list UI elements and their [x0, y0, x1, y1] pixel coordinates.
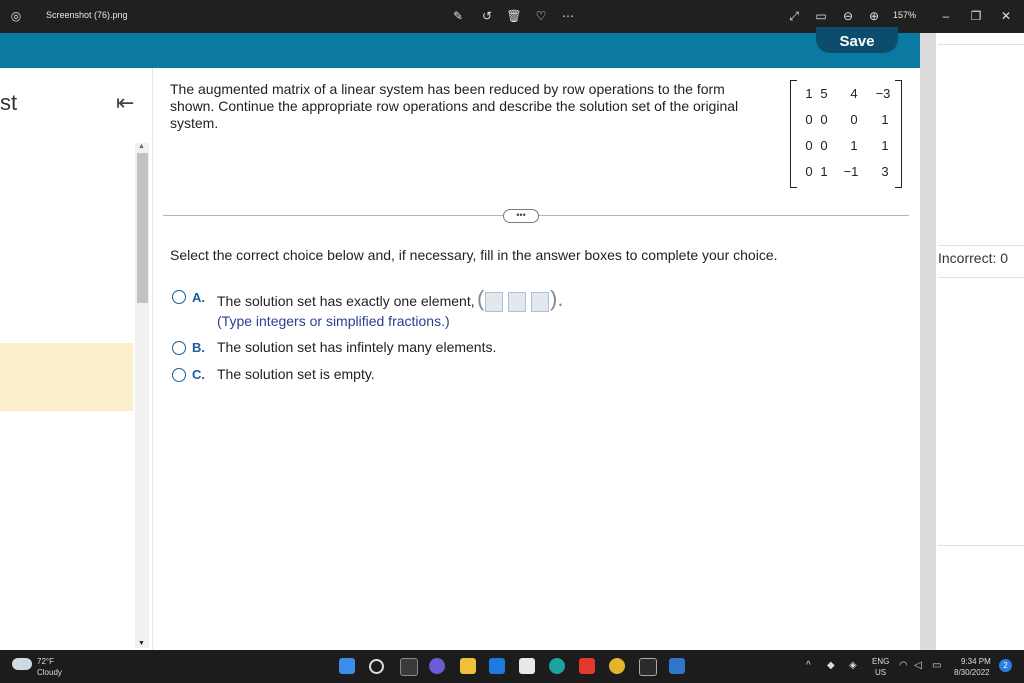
- matrix-cell: −1: [843, 164, 859, 179]
- option-c-text: The solution set is empty.: [217, 366, 375, 382]
- favorite-icon[interactable]: ♡: [533, 8, 549, 24]
- zoom-in-icon[interactable]: ⊕: [866, 8, 882, 24]
- file-explorer-icon[interactable]: [460, 658, 476, 674]
- tray-app-icon[interactable]: ◆: [827, 660, 835, 671]
- app-icon: ◎: [10, 9, 22, 23]
- right-panel: Incorrect: 0: [920, 33, 1024, 650]
- matrix-cell: 0: [820, 112, 828, 127]
- matrix-cell: 0: [850, 112, 858, 127]
- matrix-left-bracket: [790, 80, 797, 188]
- expand-more-button[interactable]: •••: [503, 209, 539, 223]
- matrix-cell: 1: [881, 112, 889, 127]
- notification-badge[interactable]: 2: [999, 659, 1012, 672]
- store-icon[interactable]: [519, 658, 535, 674]
- start-icon[interactable]: [339, 658, 355, 674]
- option-c-radio[interactable]: [172, 368, 186, 382]
- volume-icon[interactable]: ◁: [914, 660, 922, 671]
- expand-icon[interactable]: ⤢: [786, 8, 802, 24]
- window-title: Screenshot (76).png: [46, 10, 128, 20]
- panel-divider: [938, 277, 1024, 278]
- teams-icon[interactable]: [429, 658, 445, 674]
- save-button[interactable]: Save: [816, 27, 898, 53]
- instruction-text: Select the correct choice below and, if …: [170, 247, 778, 263]
- close-paren: ).: [550, 286, 564, 311]
- option-a-letter: A.: [192, 290, 205, 305]
- terminal-icon[interactable]: [639, 658, 657, 676]
- option-a-radio[interactable]: [172, 290, 186, 304]
- option-b-text: The solution set has infintely many elem…: [217, 339, 497, 355]
- region-indicator[interactable]: US: [875, 668, 886, 677]
- fit-window-icon[interactable]: ▭: [813, 8, 829, 24]
- cloud-icon[interactable]: [12, 658, 32, 670]
- panel-divider: [938, 545, 1024, 546]
- tray-overflow-icon[interactable]: ^: [806, 660, 811, 671]
- matrix-cell: 1: [820, 164, 828, 179]
- answer-box-1[interactable]: [485, 292, 503, 312]
- photos-icon[interactable]: [669, 658, 685, 674]
- option-b-letter: B.: [192, 340, 205, 355]
- rotate-icon[interactable]: ↺: [479, 8, 495, 24]
- office-icon[interactable]: [579, 658, 595, 674]
- scroll-down-icon[interactable]: ▼: [138, 640, 145, 647]
- answer-box-3[interactable]: [531, 292, 549, 312]
- matrix-right-bracket: [895, 80, 902, 188]
- language-indicator[interactable]: ENG: [872, 657, 889, 666]
- option-c-letter: C.: [192, 367, 205, 382]
- left-panel-partial-text: st: [0, 90, 18, 115]
- open-paren: (: [477, 286, 485, 311]
- augmented-matrix: 1 5 4 −3 0 0 0 1 0 0 1 1 0 1 −1 3: [790, 80, 902, 188]
- clock-time[interactable]: 9:34 PM: [961, 657, 991, 666]
- matrix-cell: 5: [820, 86, 828, 101]
- clock-date[interactable]: 8/30/2022: [954, 668, 990, 677]
- tray-security-icon[interactable]: ◈: [849, 660, 857, 671]
- minimize-icon[interactable]: –: [938, 8, 954, 24]
- option-a-text: The solution set has exactly one element…: [217, 293, 475, 309]
- matrix-cell: 0: [820, 138, 828, 153]
- more-options-icon[interactable]: ⋯: [560, 8, 576, 24]
- zoom-level: 157%: [893, 10, 917, 20]
- task-view-icon[interactable]: [400, 658, 418, 676]
- panel-divider: [938, 44, 1024, 45]
- scroll-up-icon[interactable]: ▲: [138, 143, 145, 150]
- option-b-radio[interactable]: [172, 341, 186, 355]
- answer-box-2[interactable]: [508, 292, 526, 312]
- option-a-hint: (Type integers or simplified fractions.): [217, 313, 450, 329]
- matrix-cell: −3: [875, 86, 891, 101]
- edge-icon[interactable]: [549, 658, 565, 674]
- battery-icon[interactable]: ▭: [932, 660, 941, 671]
- left-scrollbar-thumb[interactable]: [137, 153, 148, 303]
- matrix-cell: 1: [850, 138, 858, 153]
- question-prompt: The augmented matrix of a linear system …: [170, 81, 739, 131]
- edit-icon[interactable]: ✎: [450, 8, 466, 24]
- zoom-out-icon[interactable]: ⊖: [840, 8, 856, 24]
- chrome-icon[interactable]: [609, 658, 625, 674]
- delete-icon[interactable]: 🗑: [506, 8, 522, 24]
- panel-divider: [938, 245, 1024, 246]
- app-header: Save: [0, 27, 920, 68]
- matrix-cell: 4: [850, 86, 858, 101]
- search-icon[interactable]: [369, 659, 384, 674]
- mail-icon[interactable]: [489, 658, 505, 674]
- taskbar: 72°F Cloudy ^ ◆ ◈ ENG US ◠ ◁ ▭ 9:34 PM 8…: [0, 650, 1024, 683]
- weather-temp: 72°F: [37, 657, 54, 666]
- incorrect-count: Incorrect: 0: [938, 250, 1009, 266]
- wifi-icon[interactable]: ◠: [899, 660, 908, 671]
- highlighted-item[interactable]: [0, 343, 133, 411]
- restore-icon[interactable]: ❐: [968, 8, 984, 24]
- matrix-cell: 1: [881, 138, 889, 153]
- left-panel: st ⇤ ▲ ▼: [0, 68, 153, 650]
- weather-desc: Cloudy: [37, 668, 62, 677]
- collapse-left-icon[interactable]: ⇤: [116, 90, 134, 116]
- matrix-cell: 3: [881, 164, 889, 179]
- main-scrollbar[interactable]: [920, 33, 936, 650]
- close-icon[interactable]: ✕: [998, 8, 1014, 24]
